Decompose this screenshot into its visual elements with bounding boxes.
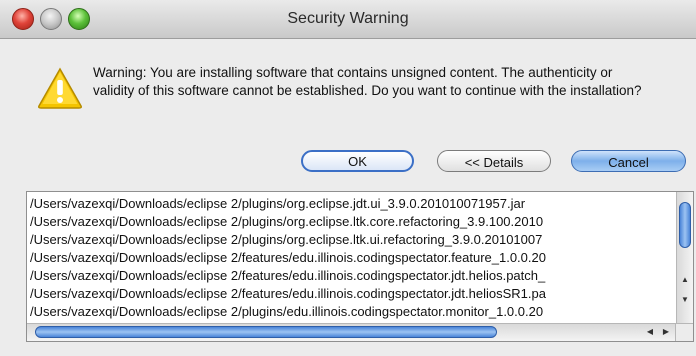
unsigned-content-list[interactable]: /Users/vazexqi/Downloads/eclipse 2/plugi… — [26, 191, 694, 342]
scroll-down-arrow-icon[interactable]: ▼ — [677, 295, 693, 304]
scroll-left-arrow-icon[interactable]: ◀ — [643, 327, 657, 336]
file-list-item[interactable]: /Users/vazexqi/Downloads/eclipse 2/featu… — [30, 285, 670, 303]
vertical-scrollbar[interactable]: ▲ ▼ — [676, 192, 693, 325]
warning-icon — [38, 67, 82, 109]
scroll-corner — [675, 323, 693, 341]
dialog-bottom-strip — [0, 344, 696, 356]
cancel-button[interactable]: Cancel — [571, 150, 686, 172]
file-list-items: /Users/vazexqi/Downloads/eclipse 2/plugi… — [30, 195, 670, 321]
file-list-item[interactable]: /Users/vazexqi/Downloads/eclipse 2/featu… — [30, 267, 670, 285]
horizontal-scrollbar[interactable]: ◀ ▶ — [27, 323, 677, 341]
file-list-item[interactable]: /Users/vazexqi/Downloads/eclipse 2/featu… — [30, 249, 670, 267]
security-warning-dialog: Security Warning Warning: You are instal… — [0, 0, 696, 356]
file-list-item[interactable]: /Users/vazexqi/Downloads/eclipse 2/plugi… — [30, 231, 670, 249]
dialog-title: Security Warning — [287, 10, 409, 27]
file-list-item[interactable]: /Users/vazexqi/Downloads/eclipse 2/plugi… — [30, 195, 670, 213]
details-toggle-button[interactable]: << Details — [437, 150, 551, 172]
file-list-item[interactable]: /Users/vazexqi/Downloads/eclipse 2/plugi… — [30, 303, 670, 321]
warning-message: Warning: You are installing software tha… — [93, 65, 642, 98]
file-list-item[interactable]: /Users/vazexqi/Downloads/eclipse 2/plugi… — [30, 213, 670, 231]
title-bar[interactable]: Security Warning — [0, 0, 696, 39]
vertical-scroll-thumb[interactable] — [679, 202, 691, 248]
scroll-right-arrow-icon[interactable]: ▶ — [659, 327, 673, 336]
horizontal-scroll-thumb[interactable] — [35, 326, 497, 338]
scroll-up-arrow-icon[interactable]: ▲ — [677, 275, 693, 284]
ok-button[interactable]: OK — [301, 150, 414, 172]
